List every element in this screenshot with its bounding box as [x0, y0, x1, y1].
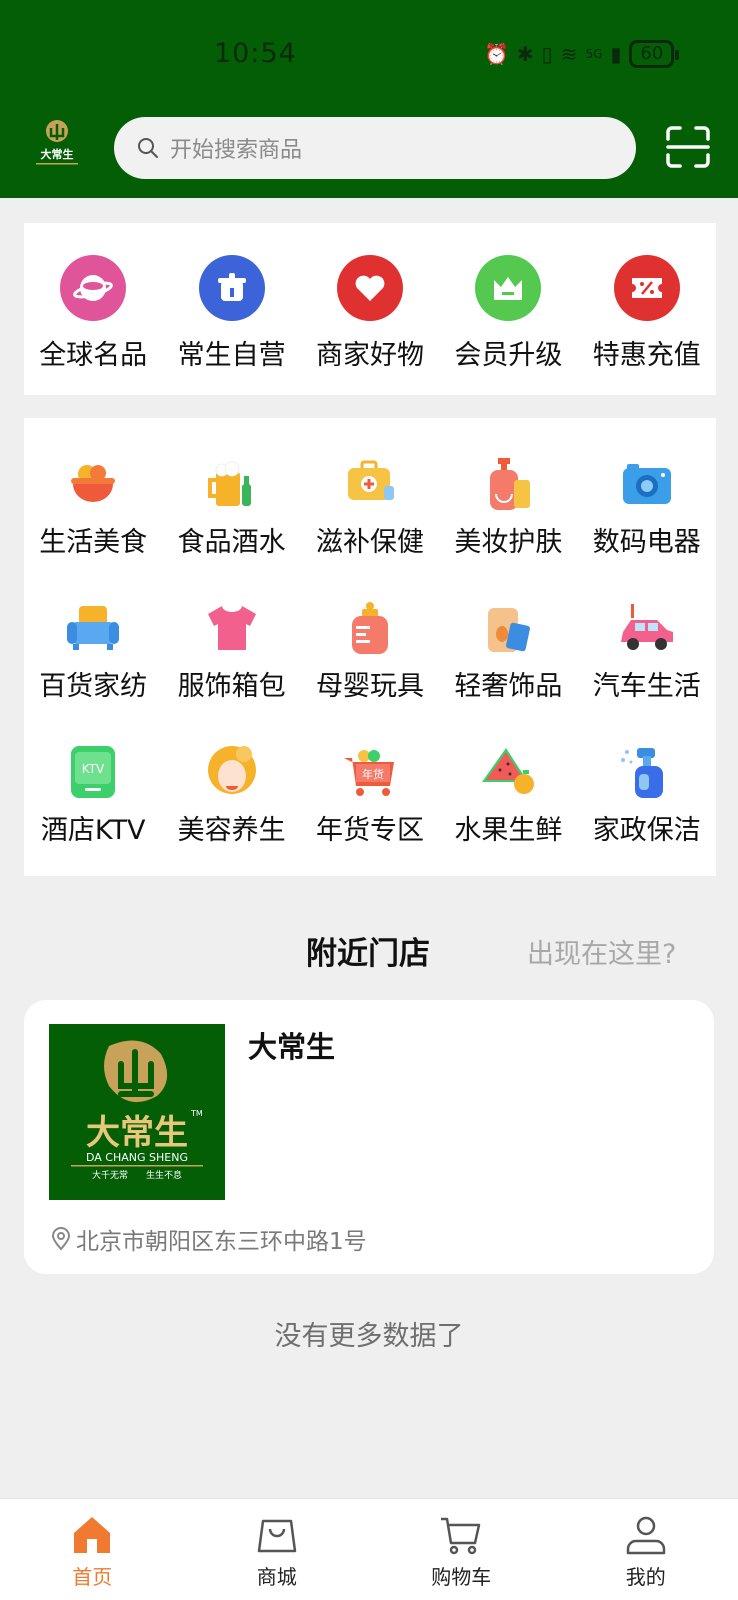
store-address-text: 北京市朝阳区东三环中路1号 — [76, 1229, 367, 1255]
spray-bottle-icon — [620, 748, 663, 798]
category-item[interactable]: 生活美食 — [24, 418, 162, 562]
category-item[interactable]: 滋补保健 — [301, 418, 439, 562]
cart-icon — [441, 1517, 481, 1555]
category-item[interactable]: 汽车生活 — [578, 562, 716, 706]
tab-home[interactable]: 首页 — [0, 1499, 185, 1600]
heart-icon — [336, 255, 403, 321]
tshirt-icon — [207, 606, 256, 650]
shopping-bag-icon — [257, 1519, 296, 1553]
svg-text:大千无常 生生不息: 大千无常 生生不息 — [92, 1169, 182, 1181]
alarm-icon: ⏰ — [484, 42, 509, 66]
category-item[interactable]: 食品酒水 — [162, 418, 300, 562]
quick-item-merchant-goods[interactable]: 商家好物 — [301, 223, 439, 372]
tab-profile[interactable]: 我的 — [554, 1499, 738, 1600]
car-icon — [620, 604, 673, 650]
category-item[interactable]: 服饰箱包 — [162, 562, 300, 706]
crown-icon — [475, 255, 542, 321]
home-icon — [74, 1517, 111, 1553]
beauty-icon — [207, 746, 256, 794]
appear-here-link[interactable]: 出现在这里? — [527, 932, 676, 971]
brand-logo[interactable]: 大常生 — [32, 118, 82, 172]
category-item[interactable]: 母婴玩具 — [301, 562, 439, 706]
beer-icon — [207, 461, 251, 506]
search-input[interactable]: 开始搜索商品 — [114, 117, 636, 179]
search-placeholder: 开始搜索商品 — [170, 138, 303, 163]
food-bowl-icon — [71, 465, 116, 502]
wifi-icon: ≋ — [560, 42, 578, 66]
baby-bottle-icon — [351, 602, 388, 654]
status-time: 10:54 — [214, 38, 297, 69]
no-more-data: 没有更多数据了 — [274, 1321, 464, 1352]
quick-item-special-recharge[interactable]: 特惠充值 — [578, 223, 716, 372]
user-icon — [626, 1516, 665, 1555]
store-name: 大常生 — [248, 1030, 336, 1064]
app-header: 10:54 ⏰ ✱ ▯ ≋ 5G ▮ 60 大常生 开始搜索商品 — [0, 0, 738, 198]
tab-cart[interactable]: 购物车 — [369, 1499, 554, 1600]
search-icon — [138, 138, 158, 158]
quick-item-member-upgrade[interactable]: 会员升级 — [439, 223, 577, 372]
svg-text:KTV: KTV — [82, 762, 105, 776]
category-item[interactable]: 美妆护肤 — [439, 418, 577, 562]
store-address: 北京市朝阳区东三环中路1号 — [50, 1222, 367, 1256]
watermelon-icon — [482, 748, 535, 794]
new-year-cart-icon: 年货 — [343, 750, 394, 796]
category-item[interactable]: 水果生鲜 — [439, 706, 577, 850]
medical-kit-icon — [347, 460, 394, 500]
lotion-icon — [490, 458, 531, 510]
bottom-tab-bar: 首页 商城 购物车 我的 — [0, 1498, 738, 1600]
scan-icon[interactable] — [666, 126, 710, 168]
perfume-icon — [488, 608, 531, 652]
network-label: 5G — [585, 47, 603, 61]
store-logo: 大常生 DA CHANG SHENG 大千无常 生生不息 TM — [49, 1024, 225, 1200]
category-item[interactable]: 轻奢饰品 — [439, 562, 577, 706]
planet-icon — [60, 255, 127, 321]
status-icons: ⏰ ✱ ▯ ≋ 5G ▮ 60 — [484, 38, 680, 70]
coupon-icon — [613, 255, 680, 321]
sofa-icon — [67, 606, 120, 650]
location-pin-icon — [51, 1227, 71, 1251]
store-card[interactable]: 大常生 DA CHANG SHENG 大千无常 生生不息 TM 大常生 北京市朝… — [24, 1000, 714, 1274]
battery-icon: 60 — [629, 40, 680, 68]
quick-item-self-operated[interactable]: 常生自营 — [162, 223, 300, 372]
category-grid: 生活美食 食品酒水 滋补保健 美妆护肤 数码电器 百货家纺 服饰箱包 母婴玩具 … — [24, 418, 716, 876]
tab-mall[interactable]: 商城 — [185, 1499, 370, 1600]
quick-item-global-brands[interactable]: 全球名品 — [24, 223, 162, 372]
signal-icon: ▮ — [610, 42, 622, 66]
bluetooth-icon: ✱ — [516, 42, 534, 66]
category-item[interactable]: KTV 酒店KTV — [24, 706, 162, 850]
category-item[interactable]: 美容养生 — [162, 706, 300, 850]
category-item[interactable]: 数码电器 — [578, 418, 716, 562]
ktv-icon: KTV — [71, 746, 116, 798]
svg-text:大常生: 大常生 — [86, 1113, 188, 1153]
pot-icon — [198, 255, 265, 321]
svg-text:TM: TM — [190, 1109, 203, 1118]
quick-menu: 全球名品 常生自营 商家好物 会员升级 特惠充值 — [24, 223, 716, 395]
nearby-title: 附近门店 — [306, 936, 430, 972]
category-item[interactable]: 家政保洁 — [578, 706, 716, 850]
svg-text:DA CHANG SHENG: DA CHANG SHENG — [86, 1151, 188, 1164]
category-item[interactable]: 百货家纺 — [24, 562, 162, 706]
camera-icon — [622, 464, 671, 504]
category-item[interactable]: 年货 年货专区 — [301, 706, 439, 850]
svg-text:年货: 年货 — [362, 767, 384, 781]
svg-text:大常生: 大常生 — [41, 147, 74, 161]
vibrate-icon: ▯ — [541, 42, 553, 66]
